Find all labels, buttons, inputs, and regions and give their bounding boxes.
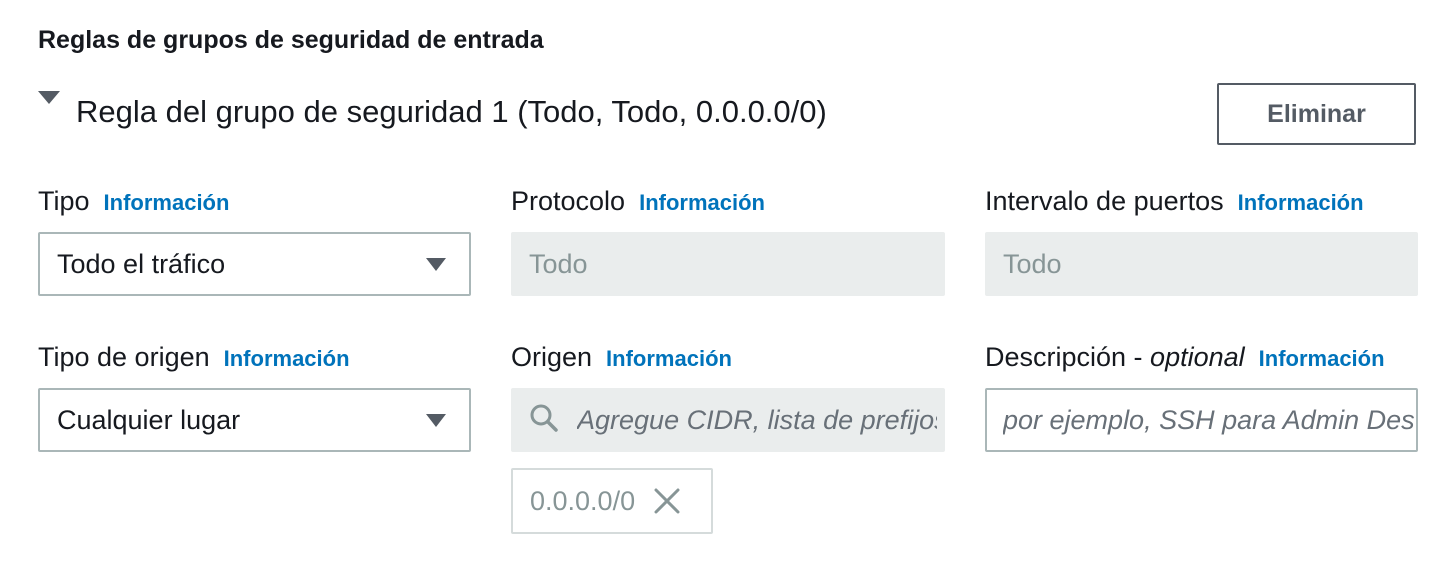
source-token-value: 0.0.0.0/0 (530, 485, 636, 516)
delete-button[interactable]: Eliminar (1217, 83, 1416, 145)
port-range-label: Intervalo de puertos Información (985, 186, 1364, 217)
caret-down-icon[interactable] (38, 91, 60, 104)
protocol-value: Todo (529, 248, 588, 279)
optional-text: optional (1150, 342, 1245, 372)
description-input[interactable] (985, 388, 1418, 452)
description-info-link[interactable]: Información (1259, 346, 1385, 372)
source-label: Origen Información (511, 342, 732, 373)
source-type-info-link[interactable]: Información (224, 346, 350, 372)
type-select-value: Todo el tráfico (57, 248, 226, 279)
protocol-label: Protocolo Información (511, 186, 765, 217)
close-icon[interactable] (653, 487, 681, 515)
inbound-rules-panel: Reglas de grupos de seguridad de entrada… (0, 0, 1456, 574)
rule-title[interactable]: Regla del grupo de seguridad 1 (Todo, To… (76, 94, 827, 130)
description-label-text: Descripción - optional (985, 342, 1245, 372)
search-icon (529, 403, 559, 438)
source-search-input[interactable] (575, 403, 939, 437)
type-select[interactable]: Todo el tráfico (38, 232, 471, 296)
caret-down-icon (426, 258, 446, 271)
type-label: Tipo Información (38, 186, 229, 217)
protocol-label-text: Protocolo (511, 186, 626, 216)
source-label-text: Origen (511, 342, 593, 372)
caret-down-icon (426, 414, 446, 427)
section-title: Reglas de grupos de seguridad de entrada (38, 26, 544, 54)
protocol-field: Todo (511, 232, 945, 296)
source-token: 0.0.0.0/0 (511, 468, 713, 534)
source-search[interactable] (511, 388, 945, 452)
source-type-select-value: Cualquier lugar (57, 404, 241, 435)
port-range-value: Todo (1003, 248, 1062, 279)
source-type-label: Tipo de origen Información (38, 342, 350, 373)
type-label-text: Tipo (38, 186, 90, 216)
description-label: Descripción - optional Información (985, 342, 1385, 373)
protocol-info-link[interactable]: Información (639, 190, 765, 216)
rule-expander[interactable]: Regla del grupo de seguridad 1 (Todo, To… (38, 86, 827, 130)
port-range-label-text: Intervalo de puertos (985, 186, 1224, 216)
source-info-link[interactable]: Información (606, 346, 732, 372)
source-type-label-text: Tipo de origen (38, 342, 210, 372)
port-range-info-link[interactable]: Información (1238, 190, 1364, 216)
port-range-field: Todo (985, 232, 1418, 296)
type-info-link[interactable]: Información (104, 190, 230, 216)
source-type-select[interactable]: Cualquier lugar (38, 388, 471, 452)
